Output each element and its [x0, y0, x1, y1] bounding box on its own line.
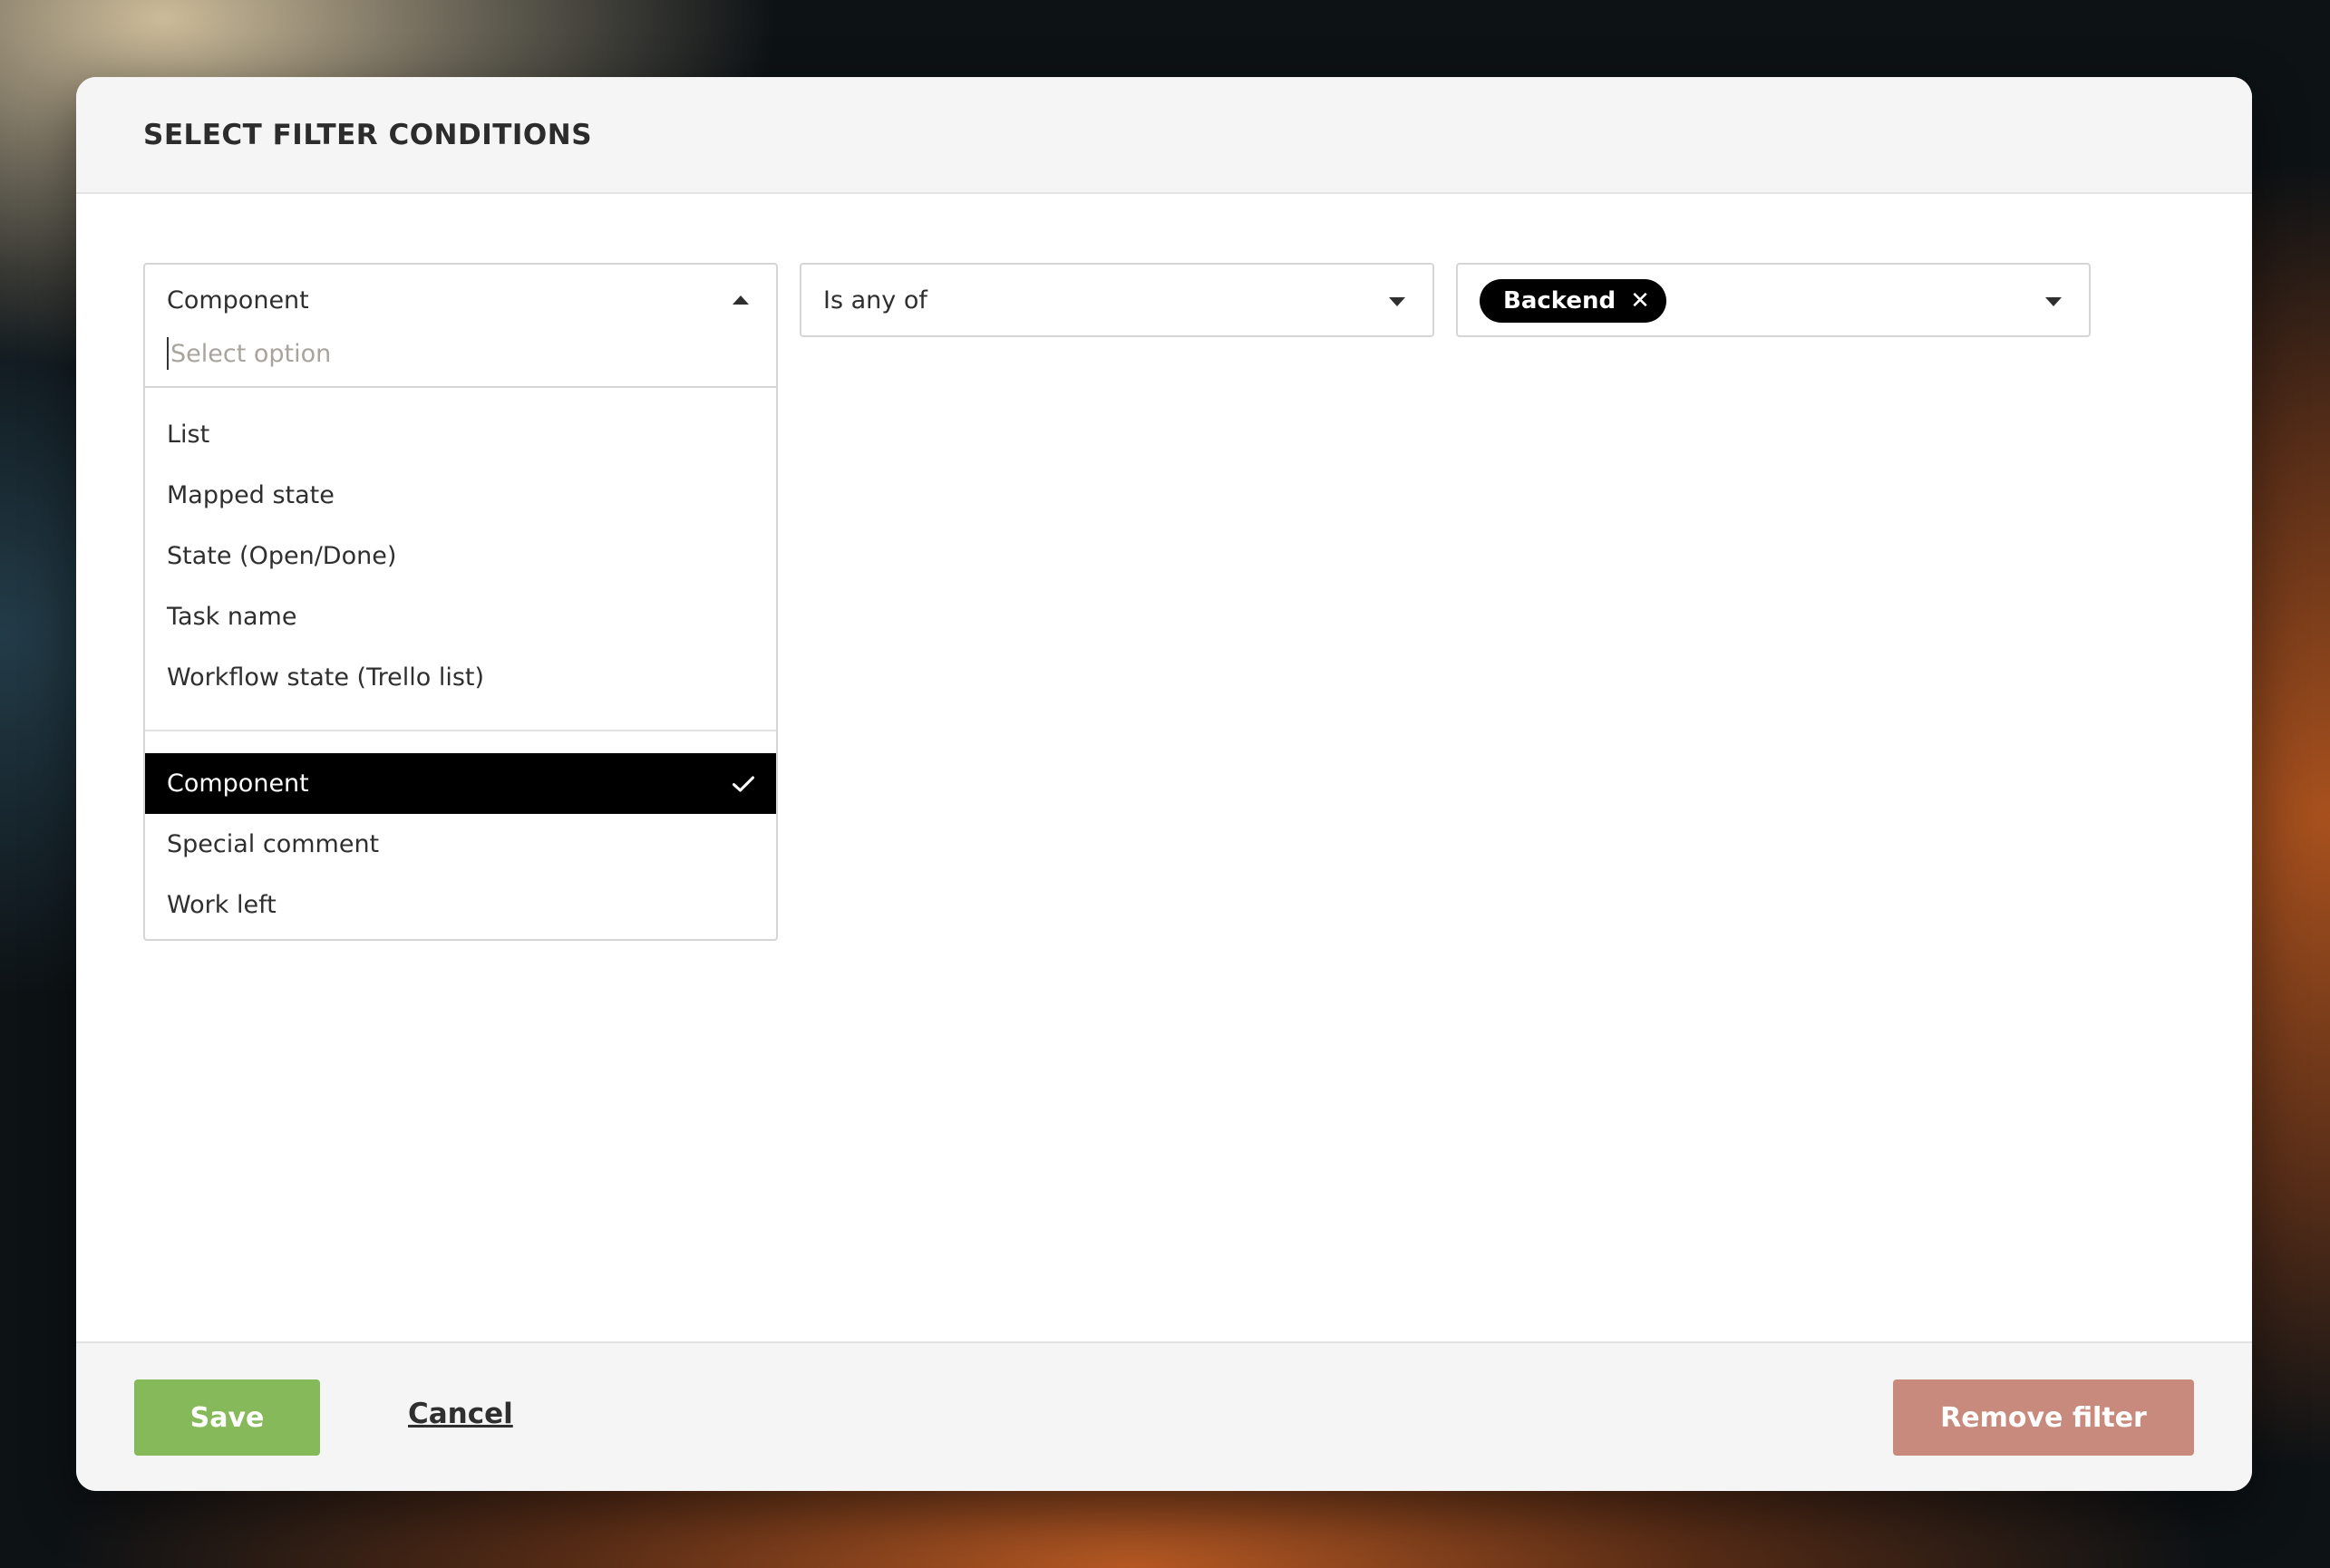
field-options-list: List Mapped state State (Open/Done) Task… — [145, 388, 776, 939]
field-select-header[interactable]: Component — [145, 265, 776, 388]
option-state-open-done[interactable]: State (Open/Done) — [145, 526, 776, 586]
dialog-body: Component List Mapped state State (Open/… — [76, 194, 2252, 1341]
check-icon — [732, 776, 755, 792]
field-select[interactable]: Component List Mapped state State (Open/… — [143, 263, 778, 941]
caret-down-icon[interactable] — [1389, 297, 1405, 306]
option-mapped-state[interactable]: Mapped state — [145, 465, 776, 526]
custom-field-options: Component Special comment Work left — [145, 753, 776, 939]
close-icon[interactable]: ✕ — [1630, 289, 1650, 313]
options-divider — [145, 730, 776, 731]
option-workflow-state[interactable]: Workflow state (Trello list) — [145, 647, 776, 708]
value-select[interactable]: Backend ✕ — [1456, 263, 2091, 337]
operator-select-value: Is any of — [823, 286, 927, 315]
option-task-name[interactable]: Task name — [145, 586, 776, 647]
field-select-value: Component — [167, 286, 309, 315]
caret-down-icon[interactable] — [2045, 297, 2062, 306]
option-work-left[interactable]: Work left — [145, 875, 776, 935]
option-component-label: Component — [167, 769, 309, 798]
dialog-header: SELECT FILTER CONDITIONS — [76, 77, 2252, 194]
cancel-link[interactable]: Cancel — [408, 1398, 513, 1430]
value-chip: Backend ✕ — [1480, 279, 1666, 323]
option-list[interactable]: List — [145, 404, 776, 465]
dialog-title: SELECT FILTER CONDITIONS — [143, 118, 593, 151]
filter-dialog: SELECT FILTER CONDITIONS Component List … — [76, 77, 2252, 1491]
option-component[interactable]: Component — [145, 753, 776, 814]
caret-up-icon[interactable] — [733, 295, 749, 305]
option-special-comment[interactable]: Special comment — [145, 814, 776, 875]
remove-filter-button[interactable]: Remove filter — [1893, 1379, 2194, 1456]
field-search-input[interactable] — [167, 337, 729, 370]
save-button[interactable]: Save — [134, 1379, 320, 1456]
chip-label: Backend — [1503, 287, 1616, 315]
dialog-footer: Save Cancel Remove filter — [76, 1341, 2252, 1491]
operator-select[interactable]: Is any of — [800, 263, 1434, 337]
